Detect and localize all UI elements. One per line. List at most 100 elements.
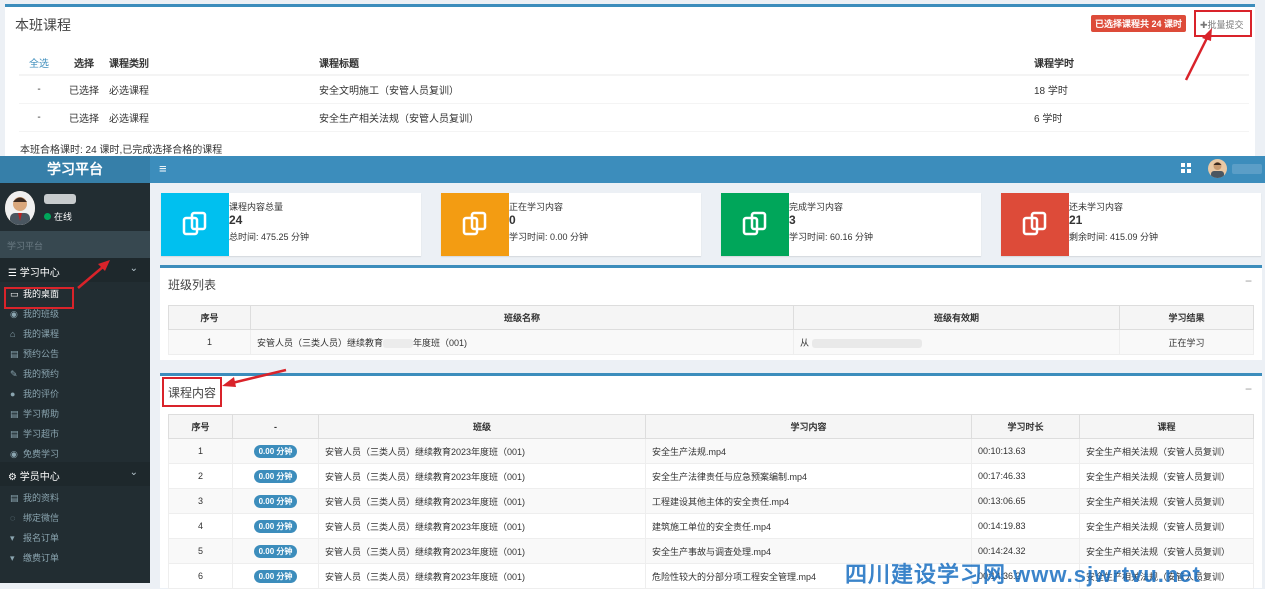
- hamburger-icon[interactable]: ≡: [159, 161, 167, 176]
- redacted-text: [383, 338, 414, 348]
- column-header: 课程: [1079, 414, 1254, 439]
- sidebar-item-my-courses[interactable]: ⌂ 我的课程: [0, 322, 150, 342]
- cogs-icon: ⚙: [8, 472, 17, 483]
- summary-text: 本班合格课时: 24 课时,已完成选择合格的课程: [20, 145, 223, 156]
- column-header: 课程标题: [319, 51, 1034, 76]
- row-number: 1: [168, 329, 251, 355]
- course-selection-table: 全选 选择 课程类别 课程标题 课程学时 - 已选择 必选课程 安全文明施工（安…: [19, 51, 1249, 132]
- course-title: 安全生产相关法规（安管人员复训）: [319, 103, 1034, 132]
- class-name: 安管人员（三类人员）继续教育 年度班（001): [250, 329, 794, 355]
- annotation-arrow: [1184, 28, 1212, 81]
- table-row: - 已选择 必选课程 安全文明施工（安管人员复训） 18 学时: [19, 75, 1249, 104]
- column-header: 班级: [318, 414, 646, 439]
- graduation-cap-icon: ⌂: [10, 329, 16, 339]
- progress-badge: 0.00 分钟: [253, 444, 298, 458]
- app-logo[interactable]: 学习平台: [0, 156, 150, 183]
- file-icon: ▤: [10, 349, 19, 359]
- content-link[interactable]: 工程建设其他主体的安全责任.mp4: [645, 488, 972, 514]
- user-name-redacted: [44, 194, 76, 204]
- highlight-box: [4, 287, 74, 309]
- course-category: 必选课程: [109, 103, 319, 132]
- sidebar-item-my-profile[interactable]: ▤ 我的资料: [0, 486, 150, 506]
- circle-icon: ◉: [10, 449, 18, 459]
- copy-icon: [441, 193, 509, 256]
- annotation-arrow: [77, 260, 110, 289]
- progress-badge: 0.00 分钟: [253, 569, 298, 583]
- column-header: 课程类别: [109, 51, 319, 76]
- copy-icon: [721, 193, 789, 256]
- class-validity: 从: [793, 329, 1120, 355]
- menu-section-student-center[interactable]: ⚙ 学员中心 ⌄: [0, 462, 150, 486]
- course-category: 必选课程: [109, 75, 319, 104]
- class-course-panel: 本班课程 已选择课程共 24 课时 ✚批量提交 全选 选择 课程类别 课程标题 …: [5, 4, 1255, 156]
- table-row: 2 0.00 分钟 安管人员（三类人员）继续教育2023年度班（001) 安全生…: [168, 463, 1254, 489]
- info-box-not-started: 还未学习内容 21 剩余时间: 415.09 分钟: [1001, 193, 1261, 256]
- copy-icon: [1001, 193, 1069, 256]
- file-icon: ▤: [10, 409, 19, 419]
- sidebar-item-bind-wechat[interactable]: ◌ 绑定微信: [0, 506, 150, 526]
- redacted-text: [811, 338, 922, 348]
- sidebar-item-my-reviews[interactable]: ● 我的评价: [0, 382, 150, 402]
- content-link[interactable]: 安全生产法律责任与应急预案编制.mp4: [645, 463, 972, 489]
- column-header: 学习内容: [645, 414, 972, 439]
- info-box-completed: 完成学习内容 3 学习时间: 60.16 分钟: [721, 193, 981, 256]
- sidebar-item-payment-orders[interactable]: ▾ 缴费订单: [0, 546, 150, 566]
- course-hours: 6 学时: [1034, 103, 1249, 132]
- column-header: -: [232, 414, 319, 439]
- wechat-icon: ◌: [10, 513, 16, 523]
- progress-badge: 0.00 分钟: [253, 544, 298, 558]
- info-box-in-progress: 正在学习内容 0 学习时间: 0.00 分钟: [441, 193, 701, 256]
- course-title: 安全文明施工（安管人员复训）: [319, 75, 1034, 104]
- sidebar-item-booking-notice[interactable]: ▤ 预约公告: [0, 342, 150, 362]
- sidebar-item-my-booking[interactable]: ✎ 我的预约: [0, 362, 150, 382]
- table-row: - 已选择 必选课程 安全生产相关法规（安管人员复训） 6 学时: [19, 103, 1249, 132]
- progress-badge: 0.00 分钟: [253, 469, 298, 483]
- circle-icon: ◉: [10, 309, 18, 319]
- info-box-total-content: 课程内容总量 24 总时间: 475.25 分钟: [161, 193, 421, 256]
- selected-hours-badge: 已选择课程共 24 课时: [1091, 15, 1187, 32]
- collapse-button[interactable]: −: [1245, 274, 1252, 288]
- cart-icon: ▾: [10, 533, 15, 543]
- sidebar-item-study-market[interactable]: ▤ 学习超市: [0, 422, 150, 442]
- selection-status: 已选择: [59, 75, 109, 104]
- sidebar-item-free-study[interactable]: ◉ 免费学习: [0, 442, 150, 462]
- column-header: 班级有效期: [793, 305, 1120, 330]
- chevron-down-icon: ⌄: [129, 263, 138, 274]
- class-list-table: 序号 班级名称 班级有效期 学习结果 1 安管人员（三类人员）继续教育 年度班（0…: [168, 305, 1254, 355]
- row-checkbox[interactable]: -: [19, 103, 59, 132]
- progress-badge: 0.00 分钟: [253, 494, 298, 508]
- highlight-box: [162, 377, 222, 407]
- sidebar-item-help[interactable]: ▤ 学习帮助: [0, 402, 150, 422]
- study-result: 正在学习: [1119, 329, 1254, 355]
- edit-icon: ✎: [10, 369, 18, 379]
- class-list-panel: 班级列表 − 序号 班级名称 班级有效期 学习结果 1 安管人员（三类人员）继续…: [160, 265, 1262, 360]
- grid-icon[interactable]: [1180, 162, 1192, 174]
- content-link[interactable]: 建筑施工单位的安全责任.mp4: [645, 513, 972, 539]
- column-header: 选择: [59, 51, 109, 76]
- user-name-redacted[interactable]: [1232, 164, 1262, 174]
- file-icon: ▤: [10, 429, 19, 439]
- annotation-arrow: [222, 368, 287, 387]
- table-row: 1 0.00 分钟 安管人员（三类人员）继续教育2023年度班（001) 安全生…: [168, 438, 1254, 464]
- row-checkbox[interactable]: -: [19, 75, 59, 104]
- column-header: 序号: [168, 305, 251, 330]
- column-header: 学习结果: [1119, 305, 1254, 330]
- column-header: 班级名称: [250, 305, 794, 330]
- user-panel: 在线: [0, 183, 150, 231]
- select-all-link[interactable]: 全选: [19, 51, 59, 76]
- selection-status: 已选择: [59, 103, 109, 132]
- content-link[interactable]: 安全生产法规.mp4: [645, 438, 972, 464]
- table-row: 3 0.00 分钟 安管人员（三类人员）继续教育2023年度班（001) 工程建…: [168, 488, 1254, 514]
- online-dot-icon: [44, 213, 51, 220]
- file-icon: ▤: [10, 493, 19, 503]
- panel-title: 班级列表: [168, 278, 217, 292]
- sidebar: 在线 学习平台 ☰ 学习中心 ⌄ ▭ 我的桌面 ◉ 我的班级 ⌂ 我的课程 ▤ 预约公告…: [0, 183, 150, 583]
- sidebar-search-hint: 学习平台: [0, 231, 150, 258]
- panel-title: 本班课程: [15, 17, 71, 33]
- avatar[interactable]: [1208, 159, 1227, 178]
- cart-icon: ▾: [10, 553, 15, 563]
- sidebar-item-registration-orders[interactable]: ▾ 报名订单: [0, 526, 150, 546]
- collapse-button[interactable]: −: [1245, 382, 1252, 396]
- chevron-down-icon: ⌄: [129, 467, 138, 478]
- progress-badge: 0.00 分钟: [253, 519, 298, 533]
